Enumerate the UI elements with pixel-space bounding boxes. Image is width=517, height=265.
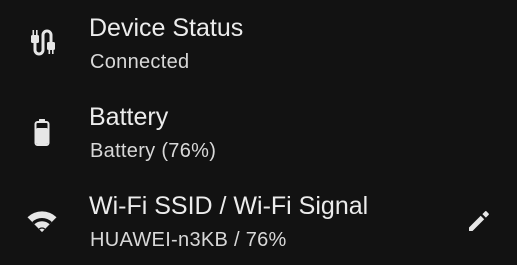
list-item-device-status[interactable]: Device Status Connected: [0, 0, 517, 89]
item-subtitle: Connected: [90, 51, 190, 73]
list-item-battery[interactable]: Battery Battery (76%): [0, 89, 517, 178]
edit-pencil-icon[interactable]: [463, 205, 495, 237]
usb-cable-icon: [26, 26, 58, 58]
wifi-icon: [26, 205, 58, 237]
list-item-wifi[interactable]: Wi-Fi SSID / Wi-Fi Signal HUAWEI-n3KB / …: [0, 178, 517, 265]
item-title: Wi-Fi SSID / Wi-Fi Signal: [89, 192, 369, 220]
item-subtitle: Battery (76%): [90, 140, 217, 162]
device-info-list: Device Status Connected Battery Battery …: [0, 0, 517, 265]
item-subtitle: HUAWEI-n3KB / 76%: [90, 229, 287, 251]
battery-icon: [26, 116, 58, 148]
item-title: Battery: [89, 103, 169, 131]
item-title: Device Status: [89, 14, 244, 42]
